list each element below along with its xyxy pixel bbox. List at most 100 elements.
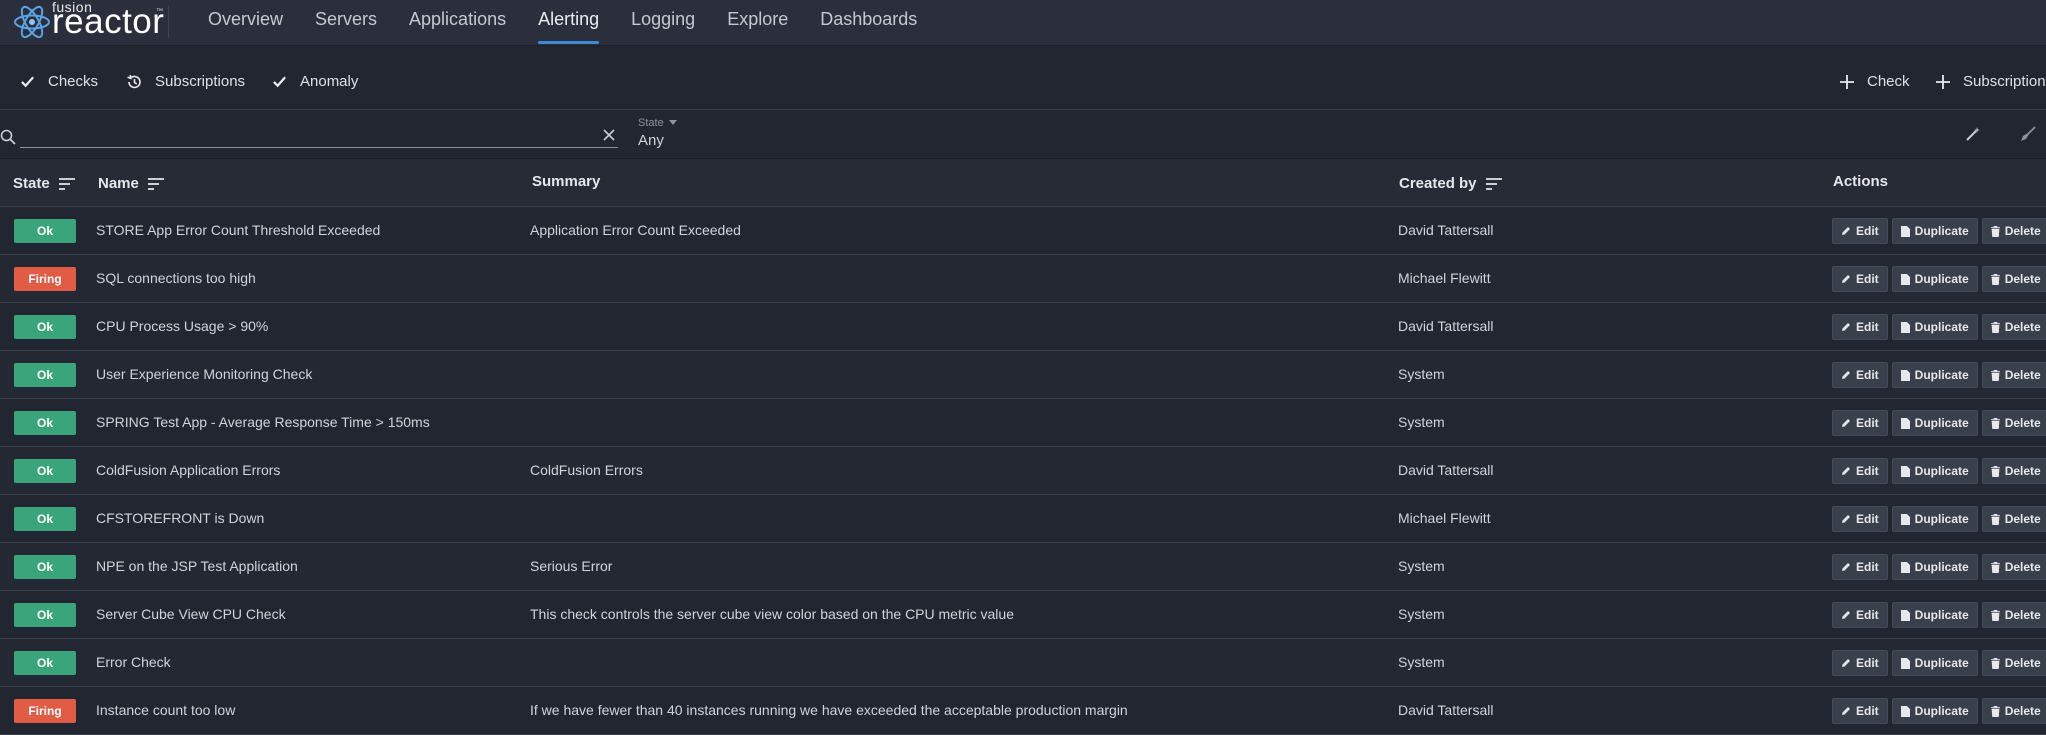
check-icon xyxy=(273,76,286,88)
duplicate-button[interactable]: Duplicate xyxy=(1891,314,1978,340)
duplicate-button[interactable]: Duplicate xyxy=(1891,554,1978,580)
nav-overview[interactable]: Overview xyxy=(208,0,283,46)
check-summary: If we have fewer than 40 instances runni… xyxy=(530,702,1128,718)
tab-checks-label: Checks xyxy=(48,73,99,90)
nav-alerting[interactable]: Alerting xyxy=(538,0,600,46)
copy-icon xyxy=(1900,417,1910,429)
duplicate-button[interactable]: Duplicate xyxy=(1891,698,1978,724)
close-icon[interactable] xyxy=(603,129,615,141)
edit-button[interactable]: Edit xyxy=(1832,266,1888,292)
broom-icon[interactable] xyxy=(2020,126,2036,142)
duplicate-button[interactable]: Duplicate xyxy=(1891,410,1978,436)
table-row[interactable]: Ok Server Cube View CPU Check This check… xyxy=(0,591,2046,639)
header-state[interactable]: State xyxy=(13,175,75,192)
delete-button[interactable]: Delete xyxy=(1981,266,2046,292)
check-name[interactable]: SQL connections too high xyxy=(96,270,256,286)
edit-button[interactable]: Edit xyxy=(1832,650,1888,676)
table-row[interactable]: Ok ColdFusion Application Errors ColdFus… xyxy=(0,447,2046,495)
status-badge: Ok xyxy=(14,363,76,387)
edit-button[interactable]: Edit xyxy=(1832,218,1888,244)
state-filter-label: State xyxy=(638,117,677,129)
delete-button[interactable]: Delete xyxy=(1981,362,2046,388)
edit-label: Edit xyxy=(1856,320,1879,334)
delete-button[interactable]: Delete xyxy=(1981,602,2046,628)
edit-label: Edit xyxy=(1856,416,1879,430)
tabbar-divider xyxy=(0,109,2046,110)
check-name[interactable]: ColdFusion Application Errors xyxy=(96,462,280,478)
check-name[interactable]: SPRING Test App - Average Response Time … xyxy=(96,414,430,430)
table-row[interactable]: Ok NPE on the JSP Test Application Serio… xyxy=(0,543,2046,591)
search-input[interactable] xyxy=(20,126,618,148)
pencil-icon xyxy=(1842,323,1850,331)
duplicate-button[interactable]: Duplicate xyxy=(1891,650,1978,676)
row-actions: Edit Duplicate Delete xyxy=(1832,506,2046,532)
nav-dashboards[interactable]: Dashboards xyxy=(820,0,917,46)
duplicate-button[interactable]: Duplicate xyxy=(1891,602,1978,628)
check-name[interactable]: Server Cube View CPU Check xyxy=(96,606,286,622)
table-row[interactable]: Ok User Experience Monitoring Check Syst… xyxy=(0,351,2046,399)
tab-checks[interactable]: Checks xyxy=(20,73,98,90)
nav-servers[interactable]: Servers xyxy=(315,0,377,46)
edit-button[interactable]: Edit xyxy=(1832,602,1888,628)
table-row[interactable]: Ok STORE App Error Count Threshold Excee… xyxy=(0,207,2046,255)
add-subscription-button[interactable]: Subscription xyxy=(1936,73,2046,90)
check-summary: Serious Error xyxy=(530,558,613,574)
check-name[interactable]: Instance count too low xyxy=(96,702,235,718)
edit-button[interactable]: Edit xyxy=(1832,554,1888,580)
check-name[interactable]: Error Check xyxy=(96,654,171,670)
plus-icon xyxy=(1840,74,1854,89)
edit-button[interactable]: Edit xyxy=(1832,314,1888,340)
magic-wand-icon[interactable] xyxy=(1965,126,1981,142)
row-actions: Edit Duplicate Delete xyxy=(1832,458,2046,484)
delete-button[interactable]: Delete xyxy=(1981,458,2046,484)
check-name[interactable]: User Experience Monitoring Check xyxy=(96,366,312,382)
delete-button[interactable]: Delete xyxy=(1981,698,2046,724)
check-summary: ColdFusion Errors xyxy=(530,462,643,478)
row-actions: Edit Duplicate Delete xyxy=(1832,218,2046,244)
delete-button[interactable]: Delete xyxy=(1981,506,2046,532)
search-icon xyxy=(0,129,16,145)
copy-icon xyxy=(1900,657,1910,669)
trash-icon xyxy=(1990,705,2000,717)
add-check-button[interactable]: Check xyxy=(1840,73,1910,90)
edit-label: Edit xyxy=(1856,704,1879,718)
pencil-icon xyxy=(1842,707,1850,715)
table-row[interactable]: Ok SPRING Test App - Average Response Ti… xyxy=(0,399,2046,447)
delete-label: Delete xyxy=(2004,368,2041,382)
delete-button[interactable]: Delete xyxy=(1981,650,2046,676)
delete-button[interactable]: Delete xyxy=(1981,314,2046,340)
edit-button[interactable]: Edit xyxy=(1832,698,1888,724)
nav-explore[interactable]: Explore xyxy=(727,0,788,46)
trash-icon xyxy=(1990,273,2000,285)
edit-button[interactable]: Edit xyxy=(1832,362,1888,388)
check-name[interactable]: STORE App Error Count Threshold Exceeded xyxy=(96,222,380,238)
table-row[interactable]: Firing Instance count too low If we have… xyxy=(0,687,2046,735)
check-name[interactable]: CFSTOREFRONT is Down xyxy=(96,510,264,526)
fusionreactor-logo[interactable]: fusion reactor ™ xyxy=(12,0,164,44)
duplicate-button[interactable]: Duplicate xyxy=(1891,362,1978,388)
nav-logging[interactable]: Logging xyxy=(631,0,695,46)
table-row[interactable]: Ok CPU Process Usage > 90% David Tatters… xyxy=(0,303,2046,351)
header-name[interactable]: Name xyxy=(98,175,164,192)
table-row[interactable]: Ok Error Check System Edit Duplicate Del… xyxy=(0,639,2046,687)
nav-applications[interactable]: Applications xyxy=(409,0,506,46)
duplicate-button[interactable]: Duplicate xyxy=(1891,266,1978,292)
table-row[interactable]: Ok CFSTOREFRONT is Down Michael Flewitt … xyxy=(0,495,2046,543)
check-name[interactable]: NPE on the JSP Test Application xyxy=(96,558,298,574)
check-name[interactable]: CPU Process Usage > 90% xyxy=(96,318,268,334)
tab-anomaly[interactable]: Anomaly xyxy=(272,73,358,90)
tab-subscriptions[interactable]: Subscriptions xyxy=(126,73,245,90)
header-created-by-label: Created by xyxy=(1399,175,1477,192)
edit-button[interactable]: Edit xyxy=(1832,506,1888,532)
header-created-by[interactable]: Created by xyxy=(1399,175,1502,192)
duplicate-button[interactable]: Duplicate xyxy=(1891,458,1978,484)
edit-button[interactable]: Edit xyxy=(1832,410,1888,436)
status-badge: Ok xyxy=(14,603,76,627)
table-row[interactable]: Firing SQL connections too high Michael … xyxy=(0,255,2046,303)
delete-button[interactable]: Delete xyxy=(1981,218,2046,244)
edit-button[interactable]: Edit xyxy=(1832,458,1888,484)
duplicate-button[interactable]: Duplicate xyxy=(1891,506,1978,532)
duplicate-button[interactable]: Duplicate xyxy=(1891,218,1978,244)
delete-button[interactable]: Delete xyxy=(1981,554,2046,580)
delete-button[interactable]: Delete xyxy=(1981,410,2046,436)
